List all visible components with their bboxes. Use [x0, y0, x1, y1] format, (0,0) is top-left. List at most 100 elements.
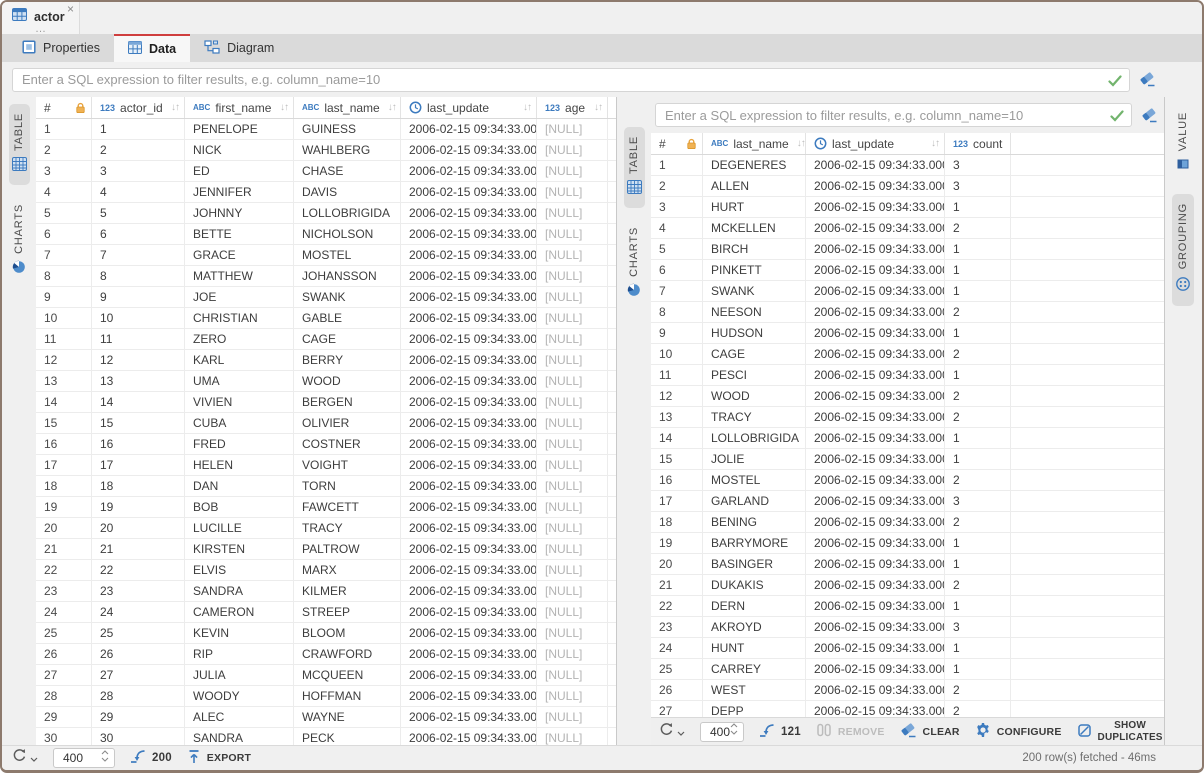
cell[interactable]: VOIGHT [294, 455, 401, 475]
cell[interactable]: 14 [651, 428, 703, 448]
left-filter-input[interactable] [12, 68, 1130, 92]
cell[interactable]: OLIVIER [294, 413, 401, 433]
cell[interactable]: 25 [92, 623, 185, 643]
editor-tab-actor[interactable]: actor × … [2, 2, 80, 34]
cell[interactable]: 2006-02-15 09:34:33.000 [401, 413, 537, 433]
table-row[interactable]: 27DEPP2006-02-15 09:34:33.0002 [651, 701, 1164, 717]
cell[interactable]: 4 [651, 218, 703, 238]
cell[interactable]: WAYNE [294, 707, 401, 727]
grouping-filter-input[interactable] [655, 103, 1132, 127]
cell[interactable]: 16 [651, 470, 703, 490]
cell[interactable]: GARLAND [703, 491, 806, 511]
cell[interactable]: 2006-02-15 09:34:33.000 [806, 407, 945, 427]
cell[interactable]: 2006-02-15 09:34:33.000 [401, 350, 537, 370]
cell[interactable]: [NULL] [537, 119, 608, 139]
refresh-button[interactable] [12, 748, 38, 768]
cell[interactable]: 29 [92, 707, 185, 727]
cell[interactable]: [NULL] [537, 413, 608, 433]
cell[interactable]: 25 [36, 623, 92, 643]
cell[interactable]: PENELOPE [185, 119, 294, 139]
cell[interactable]: BLOOM [294, 623, 401, 643]
table-row[interactable]: 2323SANDRAKILMER2006-02-15 09:34:33.000[… [36, 581, 616, 602]
cell[interactable]: CAMERON [185, 602, 294, 622]
cell[interactable]: BOB [185, 497, 294, 517]
tab-data[interactable]: Data [114, 34, 190, 62]
remove-button[interactable]: REMOVE [816, 723, 885, 740]
table-row[interactable]: 2727JULIAMCQUEEN2006-02-15 09:34:33.000[… [36, 665, 616, 686]
cell[interactable]: [NULL] [537, 644, 608, 664]
cell[interactable]: ALLEN [703, 176, 806, 196]
cell[interactable]: [NULL] [537, 266, 608, 286]
table-row[interactable]: 1414VIVIENBERGEN2006-02-15 09:34:33.000[… [36, 392, 616, 413]
cell[interactable]: 24 [651, 638, 703, 658]
column-header-count[interactable]: 123count↓↑ [945, 133, 1011, 154]
table-row[interactable]: 1010CHRISTIANGABLE2006-02-15 09:34:33.00… [36, 308, 616, 329]
cell[interactable]: JOHNNY [185, 203, 294, 223]
cell[interactable]: 1 [92, 119, 185, 139]
cell[interactable]: 27 [36, 665, 92, 685]
cell[interactable]: 19 [36, 497, 92, 517]
cell[interactable]: [NULL] [537, 602, 608, 622]
cell[interactable]: [NULL] [537, 476, 608, 496]
cell[interactable]: HURT [703, 197, 806, 217]
sort-icon[interactable]: ↓↑ [928, 138, 939, 149]
cell[interactable]: 2 [945, 407, 1011, 427]
cell[interactable]: 2006-02-15 09:34:33.000 [401, 161, 537, 181]
cell[interactable]: 26 [651, 680, 703, 700]
cell[interactable]: WOOD [703, 386, 806, 406]
cell[interactable]: [NULL] [537, 623, 608, 643]
cell[interactable]: 1 [945, 596, 1011, 616]
cell[interactable]: 22 [92, 560, 185, 580]
table-row[interactable]: 2ALLEN2006-02-15 09:34:33.0003 [651, 176, 1164, 197]
cell[interactable]: 11 [36, 329, 92, 349]
table-row[interactable]: 9HUDSON2006-02-15 09:34:33.0001 [651, 323, 1164, 344]
cell[interactable]: 2006-02-15 09:34:33.000 [806, 239, 945, 259]
cell[interactable]: 2006-02-15 09:34:33.000 [401, 539, 537, 559]
cell[interactable]: 13 [92, 371, 185, 391]
cell[interactable]: 2006-02-15 09:34:33.000 [806, 176, 945, 196]
table-row[interactable]: 44JENNIFERDAVIS2006-02-15 09:34:33.000[N… [36, 182, 616, 203]
cell[interactable]: 15 [36, 413, 92, 433]
check-icon[interactable] [1108, 74, 1122, 92]
spinner-arrows-icon[interactable] [730, 722, 738, 741]
fetch-size-stepper[interactable]: 400 [700, 722, 744, 742]
cell[interactable]: GRACE [185, 245, 294, 265]
cell[interactable]: 1 [36, 119, 92, 139]
cell[interactable]: 7 [92, 245, 185, 265]
cell[interactable]: SANDRA [185, 728, 294, 745]
cell[interactable]: WAHLBERG [294, 140, 401, 160]
cell[interactable]: 2006-02-15 09:34:33.000 [401, 245, 537, 265]
cell[interactable]: 2 [945, 512, 1011, 532]
fetch-page-count[interactable]: 200 [130, 749, 172, 767]
table-row[interactable]: 18BENING2006-02-15 09:34:33.0002 [651, 512, 1164, 533]
cell[interactable]: DEPP [703, 701, 806, 717]
cell[interactable]: 28 [36, 686, 92, 706]
cell[interactable]: 2006-02-15 09:34:33.000 [401, 119, 537, 139]
cell[interactable]: 2006-02-15 09:34:33.000 [401, 203, 537, 223]
cell[interactable]: 3 [945, 617, 1011, 637]
side-tab-grouping[interactable]: GROUPING [1172, 194, 1194, 305]
cell[interactable]: [NULL] [537, 287, 608, 307]
table-row[interactable]: 14LOLLOBRIGIDA2006-02-15 09:34:33.0001 [651, 428, 1164, 449]
cell[interactable]: 8 [92, 266, 185, 286]
table-row[interactable]: 1717HELENVOIGHT2006-02-15 09:34:33.000[N… [36, 455, 616, 476]
cell[interactable]: [NULL] [537, 581, 608, 601]
cell[interactable]: JOHANSSON [294, 266, 401, 286]
cell[interactable]: 28 [92, 686, 185, 706]
cell[interactable]: [NULL] [537, 224, 608, 244]
cell[interactable]: 7 [651, 281, 703, 301]
cell[interactable]: [NULL] [537, 434, 608, 454]
cell[interactable]: 1 [945, 365, 1011, 385]
cell[interactable]: 2006-02-15 09:34:33.000 [806, 533, 945, 553]
cell[interactable]: PINKETT [703, 260, 806, 280]
cell[interactable]: DERN [703, 596, 806, 616]
cell[interactable]: 17 [651, 491, 703, 511]
table-row[interactable]: 7SWANK2006-02-15 09:34:33.0001 [651, 281, 1164, 302]
table-row[interactable]: 2222ELVISMARX2006-02-15 09:34:33.000[NUL… [36, 560, 616, 581]
cell[interactable]: STREEP [294, 602, 401, 622]
table-row[interactable]: 15JOLIE2006-02-15 09:34:33.0001 [651, 449, 1164, 470]
table-row[interactable]: 1212KARLBERRY2006-02-15 09:34:33.000[NUL… [36, 350, 616, 371]
table-row[interactable]: 1313UMAWOOD2006-02-15 09:34:33.000[NULL] [36, 371, 616, 392]
column-header-first_name[interactable]: ABCfirst_name↓↑ [185, 97, 294, 118]
table-row[interactable]: 1818DANTORN2006-02-15 09:34:33.000[NULL] [36, 476, 616, 497]
